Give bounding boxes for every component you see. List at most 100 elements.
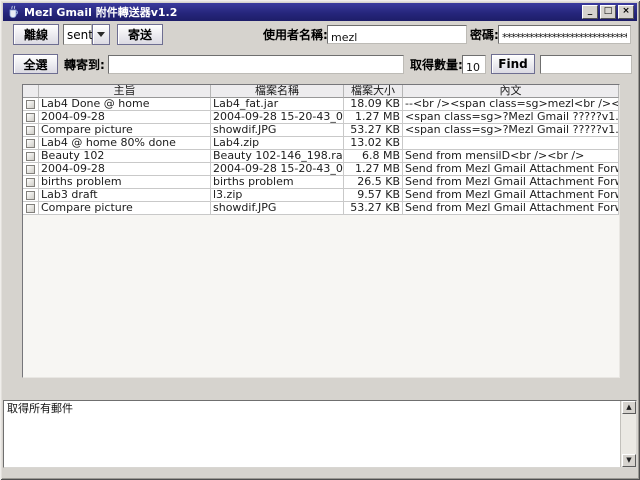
row-checkbox[interactable] <box>23 150 39 163</box>
header-checkbox-column <box>23 85 39 98</box>
row-checkbox[interactable] <box>23 124 39 137</box>
username-input[interactable] <box>328 29 466 46</box>
mail-table: 主旨 檔案名稱 檔案大小 內文 Lab4 Done @ home Lab4_fa… <box>22 84 620 378</box>
row-checkbox[interactable] <box>23 189 39 202</box>
cell-filename: Lab4.zip <box>211 137 344 150</box>
select-all-button[interactable]: 全選 <box>13 54 58 74</box>
cell-body: Send from mensilD<br /><br /> <box>403 150 619 163</box>
scroll-down-button[interactable]: ▼ <box>622 454 636 467</box>
checkbox-icon <box>26 164 35 174</box>
checkbox-icon <box>26 112 35 122</box>
forward-to-input[interactable] <box>109 59 403 76</box>
filter-field-frame <box>540 55 632 76</box>
password-label: 密碼: <box>470 28 499 42</box>
table-row[interactable]: births problem births problem 26.5 KB Se… <box>23 176 619 189</box>
maximize-button[interactable]: □ <box>600 5 616 19</box>
cell-filename: Lab4_fat.jar <box>211 98 344 111</box>
checkbox-icon <box>26 203 35 213</box>
cell-size: 13.02 KB <box>344 137 403 150</box>
cell-size: 9.57 KB <box>344 189 403 202</box>
filter-input[interactable] <box>541 59 631 76</box>
cell-size: 53.27 KB <box>344 124 403 137</box>
cell-size: 26.5 KB <box>344 176 403 189</box>
fetch-count-field-frame <box>462 55 486 76</box>
cell-filename: l3.zip <box>211 189 344 202</box>
mailbox-combo-arrow-button[interactable] <box>92 24 110 45</box>
cell-subject: Lab4 Done @ home <box>39 98 211 111</box>
table-row[interactable]: 2004-09-28 2004-09-28 15-20-43_0300.J...… <box>23 163 619 176</box>
table-header-row: 主旨 檔案名稱 檔案大小 內文 <box>23 85 619 98</box>
table-row[interactable]: Compare picture showdif.JPG 53.27 KB Sen… <box>23 202 619 215</box>
checkbox-icon <box>26 177 35 187</box>
cell-size: 18.09 KB <box>344 98 403 111</box>
cell-body: Send from Mezl Gmail Attachment Forward … <box>403 163 619 176</box>
table-row[interactable]: 2004-09-28 2004-09-28 15-20-43_0300.J...… <box>23 111 619 124</box>
scroll-up-button[interactable]: ▲ <box>622 401 636 414</box>
cell-subject: Compare picture <box>39 124 211 137</box>
cell-size: 53.27 KB <box>344 202 403 215</box>
table-row[interactable]: Lab4 @ home 80% done Lab4.zip 13.02 KB <box>23 137 619 150</box>
cell-filename: Beauty 102-146_198.rar <box>211 150 344 163</box>
header-subject: 主旨 <box>39 85 211 98</box>
cell-subject: births problem <box>39 176 211 189</box>
cell-subject: Beauty 102 <box>39 150 211 163</box>
cell-size: 1.27 MB <box>344 163 403 176</box>
fetch-count-input[interactable] <box>463 59 485 76</box>
cell-body <box>403 137 619 150</box>
username-field-frame <box>327 25 467 46</box>
log-scrollbar[interactable]: ▲ ▼ <box>620 401 636 467</box>
minimize-button[interactable]: _ <box>582 5 598 19</box>
window-controls: _ □ × <box>582 5 634 19</box>
row-checkbox[interactable] <box>23 111 39 124</box>
cell-subject: Lab3 draft <box>39 189 211 202</box>
row-checkbox[interactable] <box>23 176 39 189</box>
row-checkbox[interactable] <box>23 202 39 215</box>
cell-filename: 2004-09-28 15-20-43_0300.J... <box>211 163 344 176</box>
row-checkbox[interactable] <box>23 98 39 111</box>
cell-subject: 2004-09-28 <box>39 163 211 176</box>
app-window: Mezl Gmail 附件轉送器v1.2 _ □ × 離線 sent 寄送 使用… <box>0 0 640 480</box>
table-row[interactable]: Lab3 draft l3.zip 9.57 KB Send from Mezl… <box>23 189 619 202</box>
cell-filename: births problem <box>211 176 344 189</box>
checkbox-icon <box>26 125 35 135</box>
checkbox-icon <box>26 190 35 200</box>
table-row[interactable]: Beauty 102 Beauty 102-146_198.rar 6.8 MB… <box>23 150 619 163</box>
cell-body: --<br /><span class=sg>mezl<br /><br /> <box>403 98 619 111</box>
row-checkbox[interactable] <box>23 163 39 176</box>
forward-to-field-frame <box>108 55 404 76</box>
password-input[interactable] <box>499 29 630 46</box>
chevron-down-icon <box>97 32 105 37</box>
cell-filename: showdif.JPG <box>211 202 344 215</box>
send-button[interactable]: 寄送 <box>117 24 163 45</box>
close-button[interactable]: × <box>618 5 634 19</box>
header-filesize: 檔案大小 <box>344 85 403 98</box>
cell-filename: 2004-09-28 15-20-43_0300.J... <box>211 111 344 124</box>
window-title: Mezl Gmail 附件轉送器v1.2 <box>24 6 178 19</box>
log-textarea[interactable]: 取得所有郵件 ▲ ▼ <box>3 400 637 468</box>
password-field-frame <box>498 25 631 46</box>
username-label: 使用者名稱: <box>263 28 328 42</box>
header-filename: 檔案名稱 <box>211 85 344 98</box>
cell-body: Send from Mezl Gmail Attachment Forward … <box>403 202 619 215</box>
table-row[interactable]: Compare picture showdif.JPG 53.27 KB <sp… <box>23 124 619 137</box>
log-text: 取得所有郵件 <box>7 402 73 415</box>
row-checkbox[interactable] <box>23 137 39 150</box>
cell-body: Send from Mezl Gmail Attachment Forward … <box>403 189 619 202</box>
cell-body: Send from Mezl Gmail Attachment Forward … <box>403 176 619 189</box>
cell-subject: Lab4 @ home 80% done <box>39 137 211 150</box>
checkbox-icon <box>26 138 35 148</box>
header-body: 內文 <box>403 85 619 98</box>
checkbox-icon <box>26 99 35 109</box>
find-button[interactable]: Find <box>491 54 535 74</box>
cell-subject: Compare picture <box>39 202 211 215</box>
offline-button[interactable]: 離線 <box>13 24 59 45</box>
arrow-down-icon: ▼ <box>626 456 632 464</box>
cell-subject: 2004-09-28 <box>39 111 211 124</box>
mailbox-combobox[interactable]: sent <box>63 24 93 45</box>
cell-size: 6.8 MB <box>344 150 403 163</box>
arrow-up-icon: ▲ <box>626 403 632 411</box>
table-row[interactable]: Lab4 Done @ home Lab4_fat.jar 18.09 KB -… <box>23 98 619 111</box>
checkbox-icon <box>26 151 35 161</box>
cell-body: <span class=sg>?Mezl Gmail ?????v1.0??<b… <box>403 124 619 137</box>
cell-body: <span class=sg>?Mezl Gmail ?????v1.0??<b… <box>403 111 619 124</box>
